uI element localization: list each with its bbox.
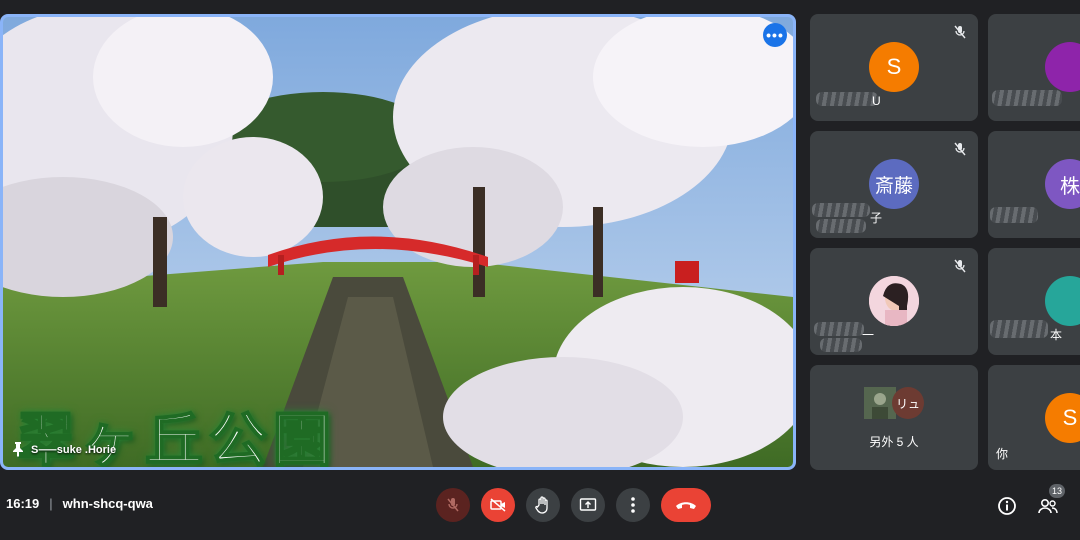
main-video-tile[interactable]: ••• 翠ヶ丘公園 S⸺suke .Horie	[0, 14, 796, 470]
redaction-blur	[814, 322, 864, 336]
redaction-blur	[990, 207, 1038, 223]
more-options-button[interactable]: •••	[763, 23, 787, 47]
redaction-blur	[816, 92, 878, 106]
mic-off-icon	[950, 22, 970, 42]
meeting-info: 16:19 | whn-shcq-qwa	[6, 496, 153, 511]
raise-hand-button[interactable]	[526, 488, 560, 522]
redaction-blur	[990, 320, 1048, 338]
redaction-blur	[992, 90, 1062, 106]
participant-tile-3[interactable]: 斎藤 子	[810, 131, 978, 238]
mic-off-icon	[447, 498, 459, 512]
self-tile[interactable]: S 你	[988, 365, 1080, 470]
avatar	[869, 276, 919, 326]
avatar: 株	[1045, 159, 1080, 209]
meeting-details-button[interactable]	[995, 494, 1019, 518]
participant-name: 你	[996, 447, 1009, 461]
avatar: 斎藤	[869, 159, 919, 209]
leave-call-button[interactable]	[661, 488, 711, 522]
video-caption-text: 翠ヶ丘公園	[16, 405, 338, 470]
present-screen-button[interactable]	[571, 488, 605, 522]
avatar: リュ	[892, 387, 924, 419]
presenter-name: S⸺suke .Horie	[31, 444, 117, 456]
redaction-blur	[816, 219, 866, 233]
mic-off-icon	[950, 139, 970, 159]
more-vert-icon	[631, 497, 635, 513]
participant-name: 子	[870, 211, 883, 225]
info-icon	[998, 497, 1016, 515]
profile-photo-icon	[869, 276, 919, 326]
redaction-blur	[820, 338, 862, 352]
participant-tile-2[interactable]	[988, 14, 1080, 121]
participant-tile-6[interactable]: 本	[988, 248, 1080, 355]
more-options-menu-button[interactable]	[616, 488, 650, 522]
participant-tile-5[interactable]: 一	[810, 248, 978, 355]
avatar: S	[1045, 393, 1080, 443]
hand-icon	[535, 496, 548, 514]
presenter-name-label: S⸺suke .Horie	[11, 441, 116, 457]
meeting-code: whn-shcq-qwa	[62, 496, 153, 511]
bottom-control-bar: 16:19 | whn-shcq-qwa 13	[0, 476, 1080, 540]
people-button[interactable]: 13	[1036, 484, 1066, 518]
participant-name: U	[872, 94, 881, 108]
camera-off-icon	[490, 498, 506, 512]
camera-toggle-button[interactable]	[481, 488, 515, 522]
participant-tile-1[interactable]: S U	[810, 14, 978, 121]
meet-window: ••• 翠ヶ丘公園 S⸺suke .Horie S U 斎藤 子 一 リュ 另外…	[0, 0, 1080, 540]
mic-off-icon	[950, 256, 970, 276]
mic-toggle-button[interactable]	[436, 488, 470, 522]
participant-tile-4[interactable]: 株	[988, 131, 1080, 238]
people-icon	[1038, 498, 1058, 514]
avatar	[1045, 276, 1080, 326]
clock-time: 16:19	[6, 496, 40, 511]
divider: |	[49, 496, 53, 511]
pin-icon[interactable]	[11, 441, 25, 457]
participant-name: 一	[862, 328, 875, 342]
participant-name: 本	[1050, 328, 1063, 342]
others-count-label: 另外 5 人	[869, 435, 919, 449]
others-avatar-stack: リュ	[864, 387, 934, 421]
present-screen-icon	[579, 498, 597, 511]
others-tile[interactable]: リュ 另外 5 人	[810, 365, 978, 470]
avatar: S	[869, 42, 919, 92]
participant-count-badge: 13	[1049, 484, 1066, 498]
hang-up-icon	[676, 502, 696, 509]
redaction-blur	[812, 203, 870, 217]
avatar	[1045, 42, 1080, 92]
